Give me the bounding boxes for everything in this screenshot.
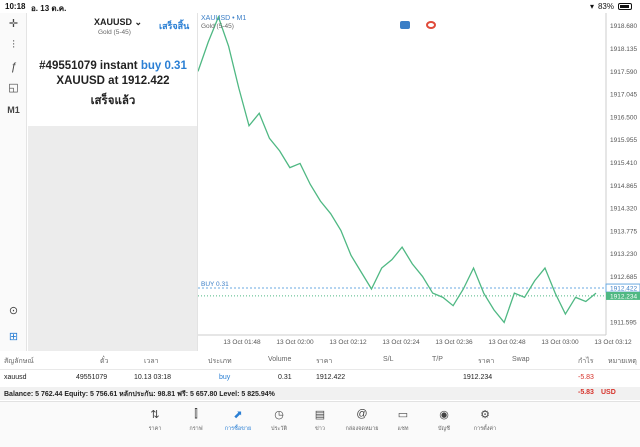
- news-icon: ▤: [314, 409, 326, 421]
- y-tick-label: 1913.230: [610, 251, 637, 258]
- objects-icon[interactable]: ◱: [4, 80, 23, 96]
- cell-price-now: 1912.234: [463, 374, 493, 381]
- y-tick-label: 1915.955: [610, 137, 637, 144]
- y-tick-label: 1913.775: [610, 228, 637, 235]
- col-time: เวลา: [144, 358, 159, 365]
- symbol-dropdown[interactable]: XAUUSD ⌄: [94, 17, 142, 28]
- cell-price: 1912.422: [316, 374, 346, 381]
- nav-account[interactable]: ◉ บัญชี: [424, 408, 464, 433]
- y-tick-label: 1916.500: [610, 114, 637, 121]
- x-tick-label: 13 Oct 02:12: [329, 339, 367, 346]
- balance-bar: Balance: 5 762.44 Equity: 5 756.61 หลักป…: [0, 387, 640, 400]
- history-icon: ◷: [274, 409, 284, 421]
- y-tick-label: 1914.320: [610, 206, 637, 213]
- price-chart[interactable]: 1918.680 1918.135 1917.590 1917.045 1916.500…: [197, 13, 640, 351]
- nav-history[interactable]: ◷ ประวัติ: [259, 408, 299, 433]
- nav-quotes[interactable]: ⇅ ราคา: [135, 408, 175, 433]
- current-price-label: 1912.234: [610, 293, 637, 300]
- function-icon[interactable]: ƒ: [4, 59, 23, 75]
- sync-icon[interactable]: [426, 21, 436, 29]
- indicators-icon[interactable]: ⫶: [4, 37, 23, 53]
- y-tick-label: 1918.680: [610, 23, 637, 30]
- col-profit: กำไร: [578, 358, 594, 365]
- nav-settings[interactable]: ⚙ การตั้งค่า: [465, 408, 505, 433]
- col-ticket: ตั๋ว: [100, 358, 109, 365]
- cell-profit: -5.83: [578, 374, 594, 381]
- quotes-icon: ⇅: [150, 409, 160, 421]
- order-line: #49551079 instant buy 0.31: [39, 60, 187, 72]
- chart-title: XAUUSD • M1: [201, 15, 247, 22]
- nav-chart[interactable]: ⫿ กราฟ: [176, 408, 216, 433]
- balance-text: Balance: 5 762.44 Equity: 5 756.61 หลักป…: [4, 391, 275, 398]
- timeframe-button[interactable]: M1: [4, 102, 23, 118]
- zoom-icon[interactable]: ⊙: [4, 303, 23, 319]
- x-tick-label: 13 Oct 03:12: [594, 339, 632, 346]
- cell-ticket: 49551079: [76, 374, 108, 381]
- x-tick-label: 13 Oct 02:48: [488, 339, 526, 346]
- chart-svg: 1918.680 1918.135 1917.590 1917.045 1916.500…: [197, 13, 640, 346]
- y-tick-label: 1914.865: [610, 183, 637, 190]
- nav-trade[interactable]: ⬈ การซื้อขาย: [218, 408, 258, 433]
- new-order-icon[interactable]: ⊞: [4, 329, 23, 345]
- y-tick-label: 1915.410: [610, 160, 637, 167]
- x-tick-label: 13 Oct 01:48: [223, 339, 261, 346]
- order-result-panel: XAUUSD ⌄ Gold (5-45) เสร็จสิ้น #49551079…: [28, 13, 198, 126]
- chart-subtitle: Gold (5-45): [201, 23, 234, 30]
- mailbox-icon: @: [356, 408, 368, 420]
- cell-time: 10.13 03:18: [134, 374, 171, 381]
- one-click-icon[interactable]: [400, 21, 410, 29]
- y-tick-label: 1912.685: [610, 274, 637, 281]
- status-time: 10:18: [5, 2, 26, 11]
- plot-area: [198, 13, 606, 335]
- chart-toolbar: ✛ ⫶ ƒ ◱ M1 ⊙ ⊞: [0, 13, 27, 351]
- col-price: ราคา: [316, 358, 333, 365]
- buy-line-label: BUY 0.31: [201, 281, 229, 288]
- nav-news[interactable]: ▤ ข่าว: [300, 408, 340, 433]
- done-button[interactable]: เสร็จสิ้น: [159, 19, 189, 33]
- cell-symbol: xauusd: [4, 374, 27, 381]
- col-type: ประเภท: [208, 358, 232, 365]
- order-status: เสร็จแล้ว: [90, 95, 136, 107]
- symbol-subtitle: Gold (5-45): [98, 29, 131, 36]
- account-icon: ◉: [439, 409, 449, 421]
- battery-icon: [618, 3, 632, 10]
- col-comment: หมายเหตุ: [608, 358, 637, 365]
- y-tick-label: 1918.135: [610, 46, 637, 53]
- chart-icon: ⫿: [194, 408, 198, 420]
- bottom-nav: ⇅ ราคา ⫿ กราฟ ⬈ การซื้อขาย ◷ ประวัติ ▤ ข่าว @…: [0, 401, 640, 447]
- buy-price-label: 1912.422: [610, 286, 637, 293]
- nav-mailbox[interactable]: @ กล่องจดหมาย: [342, 408, 382, 433]
- trade-icon: ⬈: [233, 409, 243, 421]
- status-right: ▾ 83%: [590, 2, 632, 11]
- nav-chat[interactable]: ▭ แชท: [383, 408, 423, 433]
- wifi-icon: ▾: [589, 2, 594, 11]
- y-tick-label: 1917.045: [610, 92, 637, 99]
- total-profit: -5.83: [578, 389, 594, 396]
- col-volume: Volume: [268, 356, 292, 363]
- positions-header: สัญลักษณ์ ตั๋ว เวลา ประเภท Volume ราคา S…: [0, 352, 640, 370]
- battery-text: 83%: [597, 2, 614, 11]
- x-tick-label: 13 Oct 02:36: [435, 339, 473, 346]
- status-bar: 10:18 อ. 13 ต.ค. ▾ 83%: [0, 0, 640, 13]
- col-price-now: ราคา: [478, 358, 495, 365]
- y-tick-label: 1917.590: [610, 69, 637, 76]
- col-swap: Swap: [512, 356, 530, 363]
- empty-panel: [28, 126, 198, 351]
- col-symbol: สัญลักษณ์: [4, 358, 34, 365]
- y-tick-label: 1911.595: [610, 320, 637, 327]
- col-sl: S/L: [383, 356, 394, 363]
- x-tick-label: 13 Oct 03:00: [541, 339, 579, 346]
- cell-volume: 0.31: [278, 374, 292, 381]
- total-currency: USD: [601, 389, 616, 396]
- crosshair-icon[interactable]: ✛: [4, 16, 23, 32]
- x-tick-label: 13 Oct 02:24: [382, 339, 420, 346]
- col-tp: T/P: [432, 356, 443, 363]
- table-row[interactable]: xauusd 49551079 10.13 03:18 buy 0.31 191…: [0, 370, 640, 386]
- chat-icon: ▭: [397, 409, 409, 421]
- x-tick-label: 13 Oct 02:00: [276, 339, 314, 346]
- order-price-line: XAUUSD at 1912.422: [56, 75, 170, 87]
- cell-type: buy: [219, 374, 231, 381]
- settings-icon: ⚙: [480, 409, 490, 421]
